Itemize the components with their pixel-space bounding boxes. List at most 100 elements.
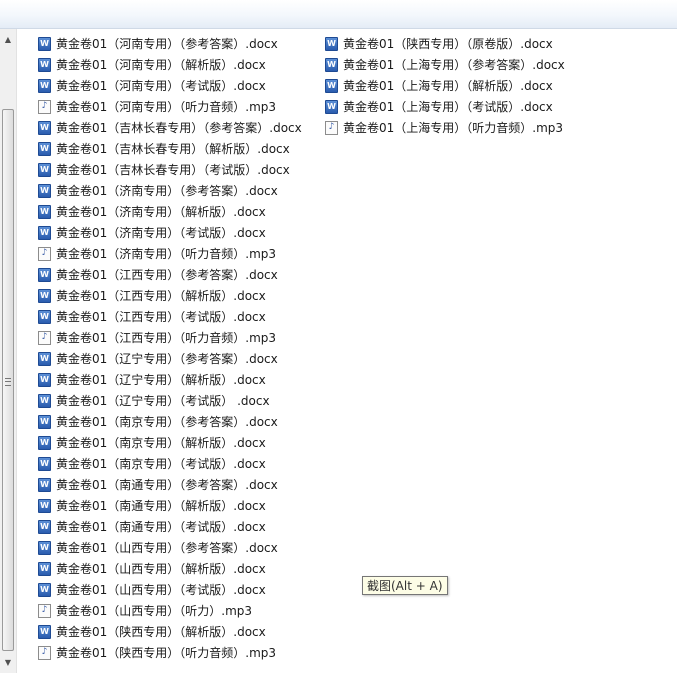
word-document-icon: W [38, 141, 51, 156]
word-document-icon: W [325, 36, 338, 51]
file-name: 黄金卷01（江西专用）（考试版）.docx [56, 310, 266, 324]
file-item[interactable]: W 黄金卷01（陕西专用）（原卷版）.docx [325, 33, 565, 54]
file-item[interactable]: W 黄金卷01（辽宁专用）（解析版）.docx [38, 369, 302, 390]
file-item[interactable]: W 黄金卷01（上海专用）（考试版）.docx [325, 96, 565, 117]
file-name: 黄金卷01（陕西专用）（解析版）.docx [56, 625, 266, 639]
word-document-icon: W [38, 624, 51, 639]
file-name: 黄金卷01（河南专用）（解析版）.docx [56, 58, 266, 72]
file-name: 黄金卷01（济南专用）（考试版）.docx [56, 226, 266, 240]
file-item[interactable]: ♪ 黄金卷01（河南专用）（听力音频）.mp3 [38, 96, 302, 117]
file-item[interactable]: W 黄金卷01（江西专用）（解析版）.docx [38, 285, 302, 306]
audio-file-icon: ♪ [325, 120, 338, 135]
file-name: 黄金卷01（南京专用）（参考答案）.docx [56, 415, 278, 429]
word-document-icon: W [38, 162, 51, 177]
file-name: 黄金卷01（辽宁专用）（解析版）.docx [56, 373, 266, 387]
file-item[interactable]: W 黄金卷01（济南专用）（解析版）.docx [38, 201, 302, 222]
file-item[interactable]: W 黄金卷01（河南专用）（参考答案）.docx [38, 33, 302, 54]
file-item[interactable]: W 黄金卷01（山西专用）（解析版）.docx [38, 558, 302, 579]
file-item[interactable]: W 黄金卷01（吉林长春专用）（解析版）.docx [38, 138, 302, 159]
screenshot-tooltip: 截图(Alt + A) [362, 576, 448, 595]
file-item[interactable]: W 黄金卷01（河南专用）（解析版）.docx [38, 54, 302, 75]
file-item[interactable]: ♪ 黄金卷01（山西专用）（听力）.mp3 [38, 600, 302, 621]
file-name: 黄金卷01（济南专用）（参考答案）.docx [56, 184, 278, 198]
audio-file-icon: ♪ [38, 645, 51, 660]
word-document-icon: W [38, 582, 51, 597]
file-item[interactable]: W 黄金卷01（江西专用）（参考答案）.docx [38, 264, 302, 285]
file-name: 黄金卷01（河南专用）（考试版）.docx [56, 79, 266, 93]
file-item[interactable]: ♪ 黄金卷01（陕西专用）（听力音频）.mp3 [38, 642, 302, 663]
file-name: 黄金卷01（山西专用）（参考答案）.docx [56, 541, 278, 555]
file-item[interactable]: W 黄金卷01（山西专用）（考试版）.docx [38, 579, 302, 600]
file-name: 黄金卷01（江西专用）（参考答案）.docx [56, 268, 278, 282]
file-item[interactable]: W 黄金卷01（南京专用）（参考答案）.docx [38, 411, 302, 432]
word-document-icon: W [38, 78, 51, 93]
word-document-icon: W [38, 372, 51, 387]
file-name: 黄金卷01（山西专用）（解析版）.docx [56, 562, 266, 576]
file-item[interactable]: W 黄金卷01（南京专用）（解析版）.docx [38, 432, 302, 453]
file-name: 黄金卷01（济南专用）（听力音频）.mp3 [56, 247, 277, 261]
file-name: 黄金卷01（陕西专用）（听力音频）.mp3 [56, 646, 277, 660]
file-item[interactable]: ♪ 黄金卷01（上海专用）（听力音频）.mp3 [325, 117, 565, 138]
file-item[interactable]: W 黄金卷01（南通专用）（参考答案）.docx [38, 474, 302, 495]
file-item[interactable]: W 黄金卷01（济南专用）（参考答案）.docx [38, 180, 302, 201]
word-document-icon: W [38, 498, 51, 513]
file-name: 黄金卷01（上海专用）（考试版）.docx [343, 100, 553, 114]
file-name: 黄金卷01（吉林长春专用）（参考答案）.docx [56, 121, 302, 135]
audio-file-icon: ♪ [38, 99, 51, 114]
file-item[interactable]: W 黄金卷01（辽宁专用）（参考答案）.docx [38, 348, 302, 369]
file-item[interactable]: W 黄金卷01（济南专用）（考试版）.docx [38, 222, 302, 243]
file-name: 黄金卷01（江西专用）（解析版）.docx [56, 289, 266, 303]
file-item[interactable]: W 黄金卷01（江西专用）（考试版）.docx [38, 306, 302, 327]
word-document-icon: W [38, 225, 51, 240]
file-item[interactable]: W 黄金卷01（南京专用）（考试版）.docx [38, 453, 302, 474]
file-item[interactable]: W 黄金卷01（上海专用）（参考答案）.docx [325, 54, 565, 75]
file-item[interactable]: W 黄金卷01（河南专用）（考试版）.docx [38, 75, 302, 96]
audio-file-icon: ♪ [38, 246, 51, 261]
file-name: 黄金卷01（南通专用）（参考答案）.docx [56, 478, 278, 492]
file-item[interactable]: W 黄金卷01（辽宁专用）（考试版） .docx [38, 390, 302, 411]
file-name: 黄金卷01（山西专用）（听力）.mp3 [56, 604, 253, 618]
scroll-up-icon[interactable]: ▲ [0, 31, 16, 48]
word-document-icon: W [38, 393, 51, 408]
audio-file-icon: ♪ [38, 603, 51, 618]
word-document-icon: W [325, 99, 338, 114]
file-name: 黄金卷01（上海专用）（参考答案）.docx [343, 58, 565, 72]
word-document-icon: W [38, 183, 51, 198]
word-document-icon: W [38, 456, 51, 471]
file-item[interactable]: W 黄金卷01（南通专用）（解析版）.docx [38, 495, 302, 516]
word-document-icon: W [38, 477, 51, 492]
file-name: 黄金卷01（南京专用）（解析版）.docx [56, 436, 266, 450]
file-name: 黄金卷01（南通专用）（解析版）.docx [56, 499, 266, 513]
file-name: 黄金卷01（南京专用）（考试版）.docx [56, 457, 266, 471]
file-item[interactable]: W 黄金卷01（南通专用）（考试版）.docx [38, 516, 302, 537]
file-name: 黄金卷01（济南专用）（解析版）.docx [56, 205, 266, 219]
file-item[interactable]: W 黄金卷01（吉林长春专用）（考试版）.docx [38, 159, 302, 180]
file-item[interactable]: W 黄金卷01（上海专用）（解析版）.docx [325, 75, 565, 96]
vertical-scrollbar[interactable]: ▲ ▼ [0, 29, 17, 673]
word-document-icon: W [38, 267, 51, 282]
file-name: 黄金卷01（河南专用）（参考答案）.docx [56, 37, 278, 51]
word-document-icon: W [38, 204, 51, 219]
file-name: 黄金卷01（山西专用）（考试版）.docx [56, 583, 266, 597]
file-item[interactable]: ♪ 黄金卷01（江西专用）（听力音频）.mp3 [38, 327, 302, 348]
word-document-icon: W [38, 288, 51, 303]
file-item[interactable]: W 黄金卷01（陕西专用）（解析版）.docx [38, 621, 302, 642]
word-document-icon: W [38, 120, 51, 135]
file-name: 黄金卷01（河南专用）（听力音频）.mp3 [56, 100, 277, 114]
file-item[interactable]: W 黄金卷01（吉林长春专用）（参考答案）.docx [38, 117, 302, 138]
file-name: 黄金卷01（吉林长春专用）（考试版）.docx [56, 163, 290, 177]
file-item[interactable]: ♪ 黄金卷01（济南专用）（听力音频）.mp3 [38, 243, 302, 264]
word-document-icon: W [38, 435, 51, 450]
word-document-icon: W [38, 57, 51, 72]
scroll-down-icon[interactable]: ▼ [0, 654, 16, 671]
word-document-icon: W [325, 57, 338, 72]
window-header-bar [0, 0, 677, 29]
word-document-icon: W [38, 36, 51, 51]
scrollbar-thumb[interactable] [2, 109, 14, 651]
file-name: 黄金卷01（吉林长春专用）（解析版）.docx [56, 142, 290, 156]
file-list-column-2: W 黄金卷01（陕西专用）（原卷版）.docx W 黄金卷01（上海专用）（参考答案）… [325, 33, 565, 138]
file-item[interactable]: W 黄金卷01（山西专用）（参考答案）.docx [38, 537, 302, 558]
grip-icon [5, 378, 11, 386]
file-name: 黄金卷01（辽宁专用）（参考答案）.docx [56, 352, 278, 366]
audio-file-icon: ♪ [38, 330, 51, 345]
